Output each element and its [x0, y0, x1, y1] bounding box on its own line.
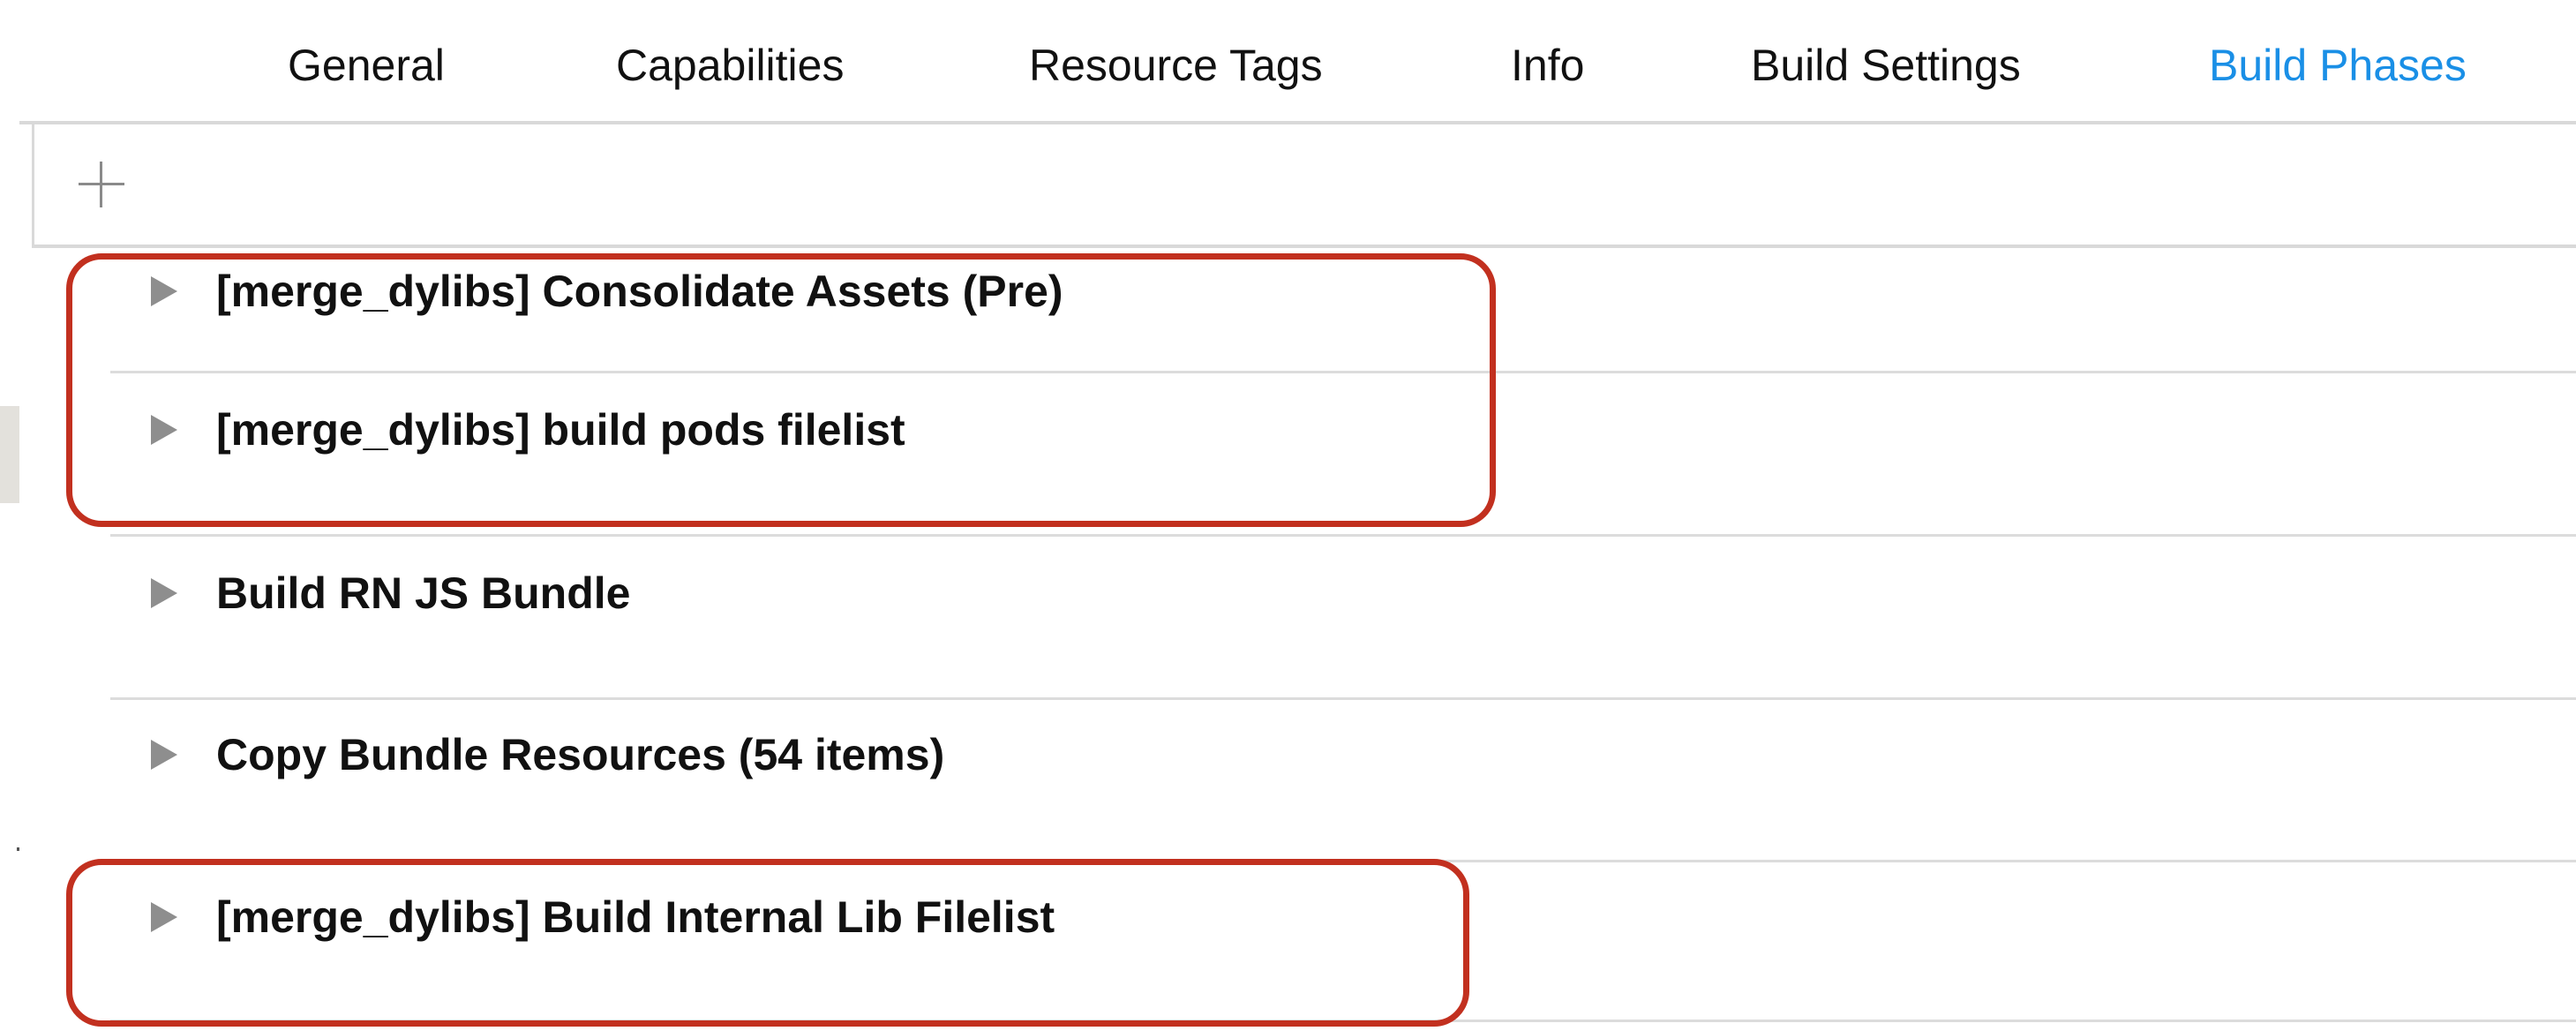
- plus-icon[interactable]: [79, 162, 124, 207]
- tab-info[interactable]: Info: [1511, 39, 1584, 92]
- tab-build-phases[interactable]: Build Phases: [2209, 39, 2467, 92]
- left-gutter-lower: [0, 503, 19, 1031]
- disclosure-triangle-icon[interactable]: [151, 276, 177, 306]
- build-phase-label: Build RN JS Bundle: [216, 568, 631, 618]
- build-phase-row[interactable]: Copy Bundle Resources (54 items): [110, 698, 2576, 862]
- tab-general[interactable]: General: [288, 39, 445, 92]
- disclosure-triangle-icon[interactable]: [151, 578, 177, 608]
- left-gutter-shade: [0, 406, 19, 503]
- disclosure-triangle-icon[interactable]: [151, 902, 177, 932]
- tab-capabilities[interactable]: Capabilities: [616, 39, 844, 92]
- build-phase-label: [merge_dylibs] build pods filelist: [216, 405, 905, 455]
- tab-build-settings[interactable]: Build Settings: [1751, 39, 2021, 92]
- disclosure-triangle-icon[interactable]: [151, 415, 177, 445]
- build-phase-row[interactable]: [merge_dylibs] Build Internal Lib Fileli…: [110, 861, 2576, 1022]
- tab-resource-tags[interactable]: Resource Tags: [1029, 39, 1323, 92]
- left-gutter: [0, 0, 19, 406]
- disclosure-triangle-icon[interactable]: [151, 740, 177, 770]
- build-phases-list: [merge_dylibs] Consolidate Assets (Pre) …: [19, 247, 2576, 1031]
- build-phase-label: [merge_dylibs] Build Internal Lib Fileli…: [216, 892, 1055, 942]
- project-editor: General Capabilities Resource Tags Info …: [19, 0, 2576, 1031]
- build-phase-row[interactable]: [merge_dylibs] build pods filelist: [110, 373, 2576, 537]
- build-phases-toolbar: [32, 124, 2576, 248]
- build-phase-label: [merge_dylibs] Consolidate Assets (Pre): [216, 267, 1063, 316]
- build-phase-row[interactable]: Build RN JS Bundle: [110, 537, 2576, 700]
- editor-tab-bar: General Capabilities Resource Tags Info …: [19, 0, 2576, 124]
- build-phase-label: Copy Bundle Resources (54 items): [216, 730, 945, 779]
- row-divider: [110, 1020, 2576, 1022]
